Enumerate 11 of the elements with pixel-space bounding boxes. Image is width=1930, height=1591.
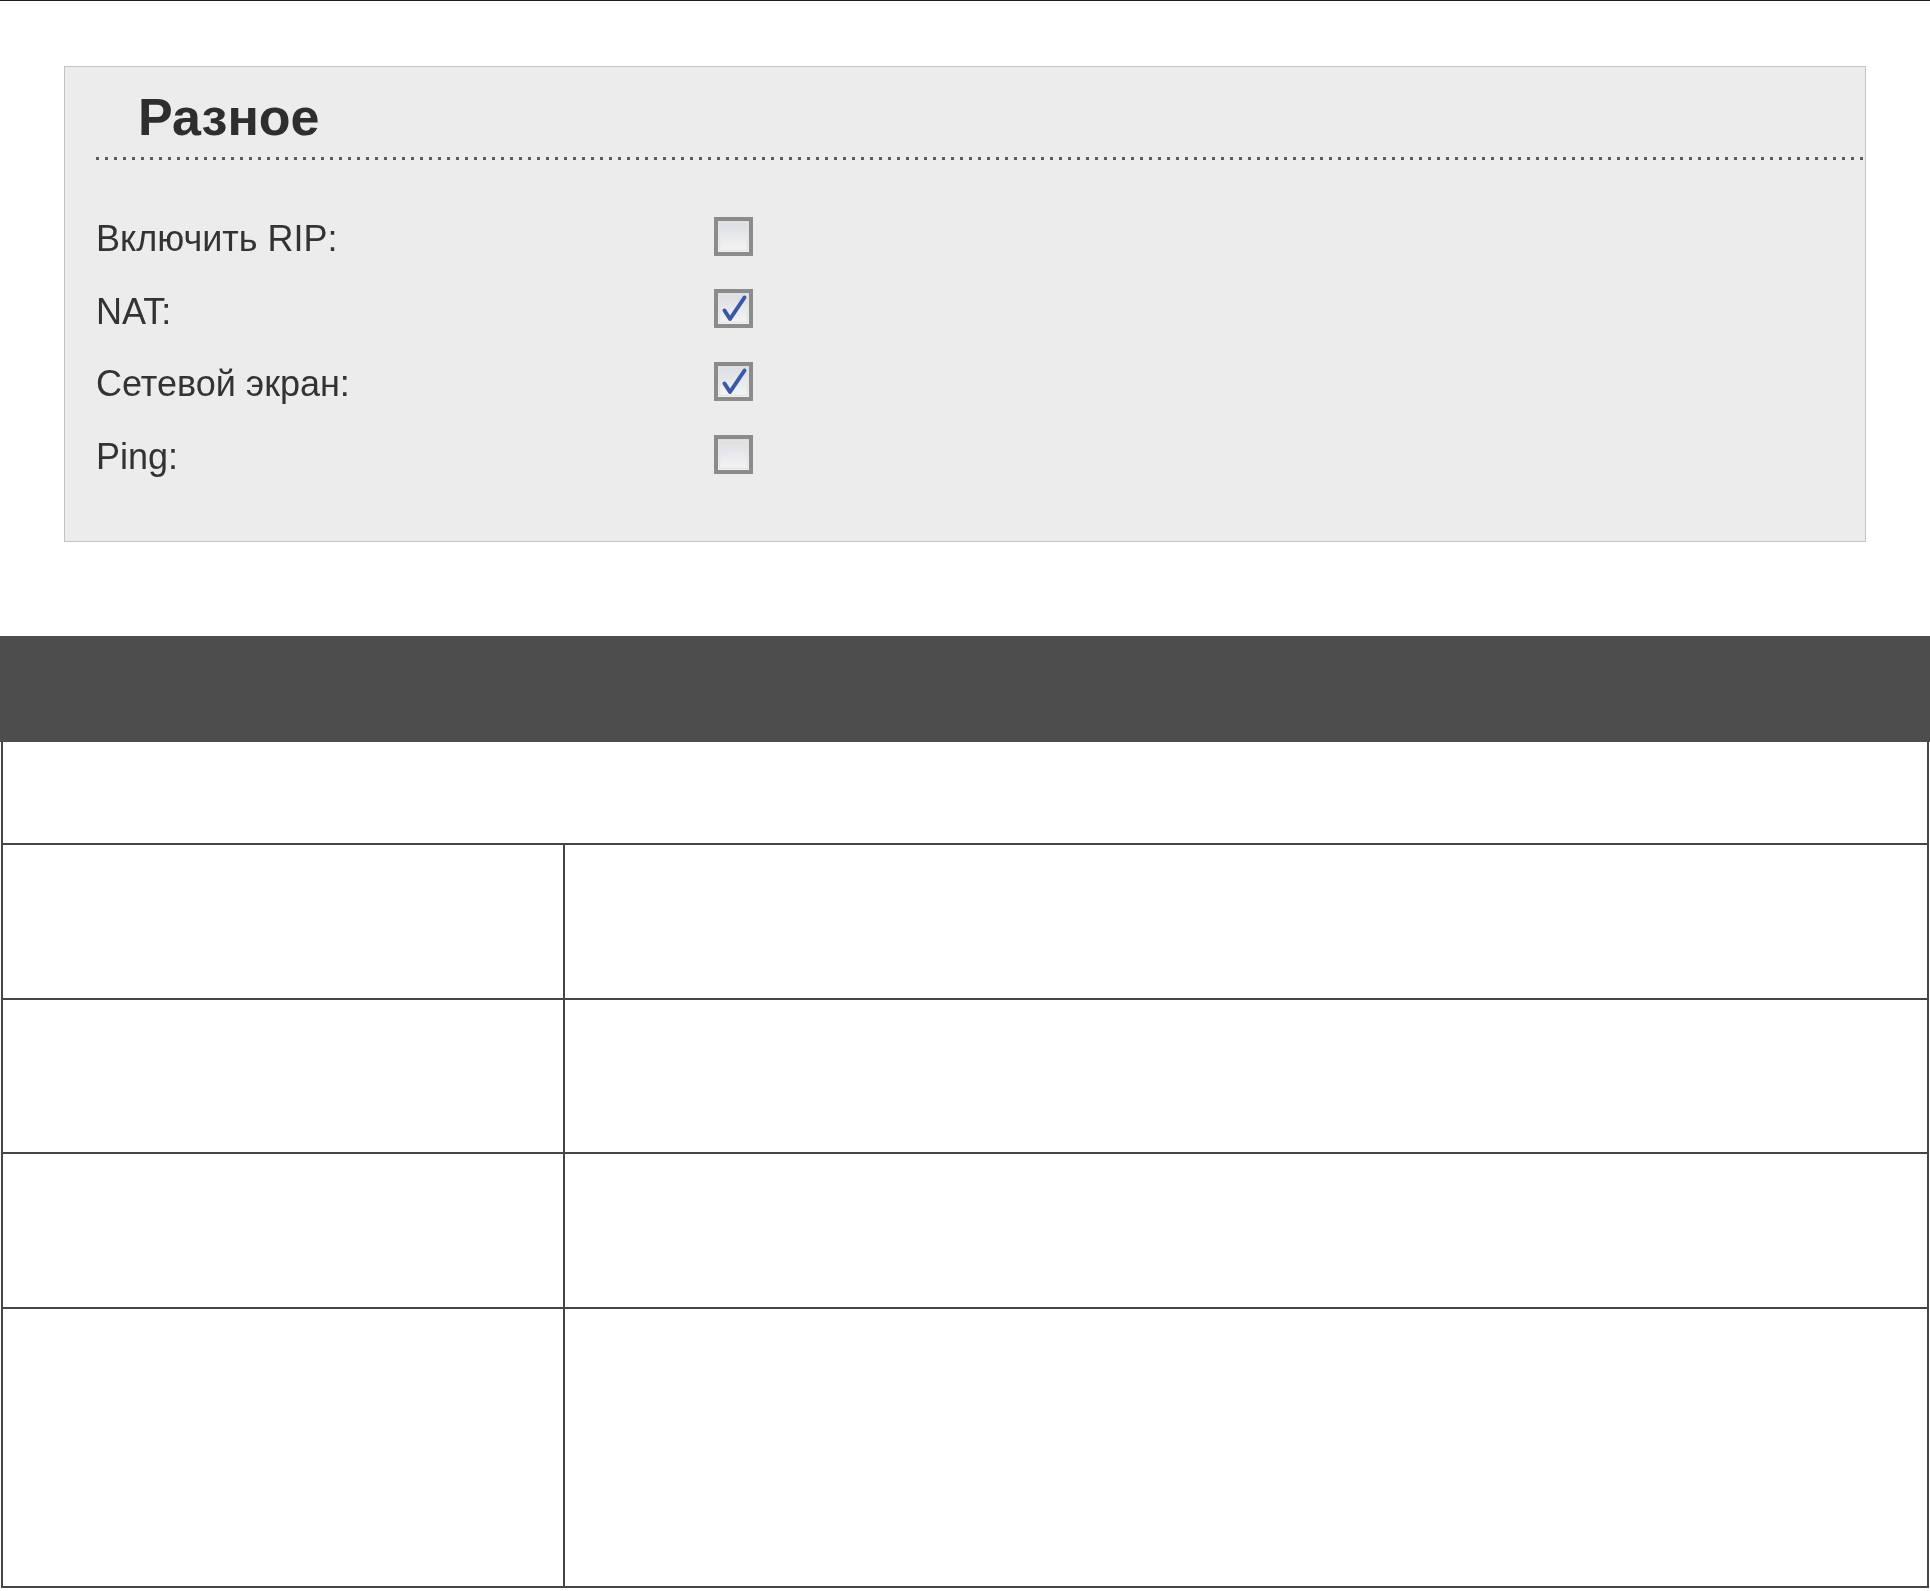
option-label: Включить RIP: bbox=[96, 217, 339, 262]
checkbox[interactable] bbox=[714, 362, 753, 401]
option-label: NAT: bbox=[96, 289, 173, 334]
option-label: Сетевой экран: bbox=[96, 362, 351, 407]
checkbox[interactable] bbox=[714, 289, 753, 329]
option-label: Ping: bbox=[96, 435, 180, 480]
checkbox[interactable] bbox=[714, 216, 753, 256]
checkmark-icon bbox=[722, 295, 747, 322]
checkmark-icon bbox=[722, 368, 747, 394]
section-title: Разное bbox=[138, 87, 320, 147]
checkbox[interactable] bbox=[714, 434, 753, 474]
